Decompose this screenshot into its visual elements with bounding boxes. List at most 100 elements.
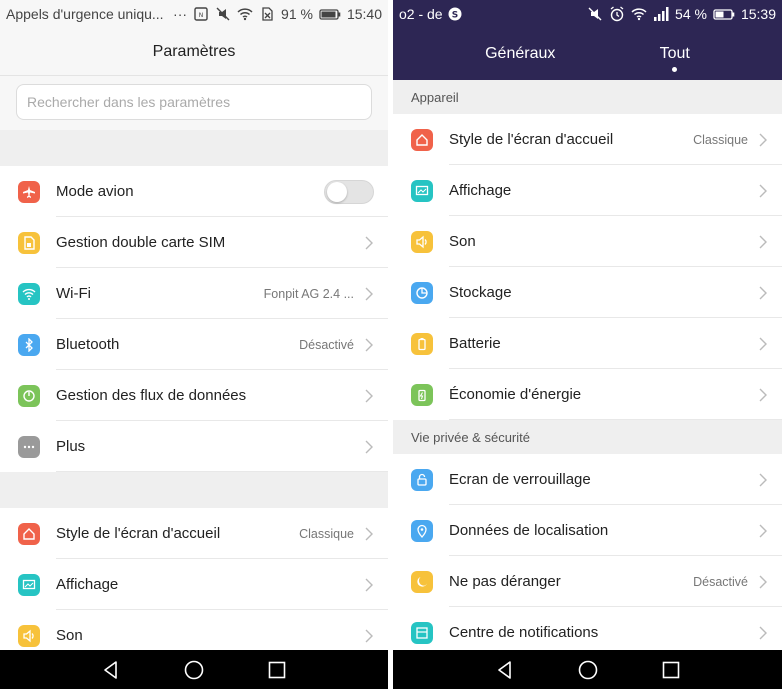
sound-icon	[18, 624, 40, 647]
setting-battery[interactable]: Batterie	[393, 318, 782, 369]
setting-value: Classique	[299, 526, 354, 541]
settings-list-group-2: Style de l'écran d'accueil Classique Aff…	[0, 508, 388, 661]
airplane-icon	[18, 180, 40, 203]
skype-icon: S	[447, 6, 463, 22]
signal-icon	[653, 6, 669, 22]
setting-label: Économie d'énergie	[449, 386, 582, 403]
recents-icon[interactable]	[658, 657, 684, 683]
chevron-right-icon	[364, 337, 374, 353]
home-nav-icon[interactable]	[575, 657, 601, 683]
setting-label: Ecran de verrouillage	[449, 471, 591, 488]
setting-label: Son	[449, 233, 476, 250]
chevron-right-icon	[758, 132, 768, 148]
moon-icon	[411, 570, 433, 593]
setting-label: Centre de notifications	[449, 624, 599, 641]
setting-sound[interactable]: Son	[393, 216, 782, 267]
setting-label: Stockage	[449, 284, 512, 301]
settings-tabs: Généraux Tout	[393, 28, 782, 80]
setting-value: Fonpit AG 2.4 ...	[263, 286, 354, 301]
setting-dual-sim[interactable]: Gestion double carte SIM	[0, 217, 388, 268]
wifi-status-icon	[237, 6, 253, 22]
chevron-right-icon	[758, 285, 768, 301]
setting-home-screen-style[interactable]: Style de l'écran d'accueil Classique	[393, 114, 782, 165]
setting-do-not-disturb[interactable]: Ne pas déranger Désactivé	[393, 556, 782, 607]
vibrate-mute-icon	[587, 6, 603, 22]
setting-label: Affichage	[449, 182, 512, 199]
data-usage-icon	[18, 384, 40, 407]
chevron-right-icon	[364, 577, 374, 593]
setting-home-screen-style[interactable]: Style de l'écran d'accueil Classique	[0, 508, 388, 559]
clock: 15:39	[740, 6, 776, 22]
tab-all[interactable]: Tout	[640, 28, 710, 80]
chevron-right-icon	[758, 336, 768, 352]
airplane-mode-toggle[interactable]	[324, 179, 374, 204]
carrier-name: o2 - de	[399, 6, 443, 22]
settings-list-group-1: Mode avion Gestion double carte SIM Wi-F…	[0, 166, 388, 472]
navigation-bar	[0, 650, 388, 689]
back-icon[interactable]	[492, 657, 518, 683]
wifi-icon	[18, 282, 40, 305]
tab-general[interactable]: Généraux	[465, 28, 575, 80]
setting-power-saving[interactable]: Économie d'énergie	[393, 369, 782, 420]
setting-storage[interactable]: Stockage	[393, 267, 782, 318]
sound-icon	[411, 230, 433, 253]
no-sim-icon	[259, 6, 275, 22]
section-header-device: Appareil	[393, 80, 782, 114]
chevron-right-icon	[758, 625, 768, 641]
navigation-bar	[393, 650, 782, 689]
setting-bluetooth[interactable]: Bluetooth Désactivé	[0, 319, 388, 370]
setting-wifi[interactable]: Wi-Fi Fonpit AG 2.4 ...	[0, 268, 388, 319]
setting-label: Wi-Fi	[56, 285, 91, 302]
right-screen: o2 - de S 54 % 15:39 Généraux Tout Appar…	[393, 0, 782, 689]
chevron-right-icon	[364, 286, 374, 302]
section-gap	[0, 472, 388, 508]
setting-more[interactable]: Plus	[0, 421, 388, 472]
alarm-icon	[609, 6, 625, 22]
setting-airplane-mode[interactable]: Mode avion	[0, 166, 388, 217]
setting-label: Ne pas déranger	[449, 573, 561, 590]
setting-value: Classique	[693, 132, 748, 147]
recents-icon[interactable]	[264, 657, 290, 683]
section-header-privacy: Vie privée & sécurité	[393, 420, 782, 454]
vibrate-mute-icon	[215, 6, 231, 22]
chevron-right-icon	[758, 472, 768, 488]
chevron-right-icon	[364, 388, 374, 404]
svg-text:S: S	[451, 11, 457, 21]
setting-label: Mode avion	[56, 183, 134, 200]
battery-percent: 54 %	[675, 6, 707, 22]
setting-value: Désactivé	[693, 574, 748, 589]
battery-icon	[319, 6, 341, 22]
chevron-right-icon	[758, 183, 768, 199]
setting-display[interactable]: Affichage	[393, 165, 782, 216]
setting-data-usage[interactable]: Gestion des flux de données	[0, 370, 388, 421]
battery-setting-icon	[411, 332, 433, 355]
setting-label: Batterie	[449, 335, 501, 352]
chevron-right-icon	[364, 526, 374, 542]
battery-icon	[713, 6, 735, 22]
settings-list-privacy: Ecran de verrouillage Données de localis…	[393, 454, 782, 658]
back-icon[interactable]	[98, 657, 124, 683]
setting-label: Affichage	[56, 576, 119, 593]
notifications-icon	[411, 621, 433, 644]
more-icon	[18, 435, 40, 458]
status-bar: o2 - de S 54 % 15:39	[393, 0, 782, 28]
setting-location[interactable]: Données de localisation	[393, 505, 782, 556]
clock: 15:40	[346, 6, 382, 22]
left-screen: Appels d'urgence uniqu... ··· N 91 % 15:…	[0, 0, 388, 689]
setting-label: Style de l'écran d'accueil	[56, 525, 221, 542]
settings-list-device: Style de l'écran d'accueil Classique Aff…	[393, 114, 782, 420]
display-icon	[411, 179, 433, 202]
location-icon	[411, 519, 433, 542]
search-input[interactable]	[16, 84, 372, 120]
home-nav-icon[interactable]	[181, 657, 207, 683]
setting-display[interactable]: Affichage	[0, 559, 388, 610]
wifi-status-icon	[631, 6, 647, 22]
emergency-calls-text: Appels d'urgence uniqu...	[6, 6, 164, 22]
chevron-right-icon	[758, 523, 768, 539]
svg-text:N: N	[199, 12, 204, 19]
setting-label: Son	[56, 627, 83, 644]
lock-icon	[411, 468, 433, 491]
setting-lock-screen[interactable]: Ecran de verrouillage	[393, 454, 782, 505]
chevron-right-icon	[758, 574, 768, 590]
power-saving-icon	[411, 383, 433, 406]
